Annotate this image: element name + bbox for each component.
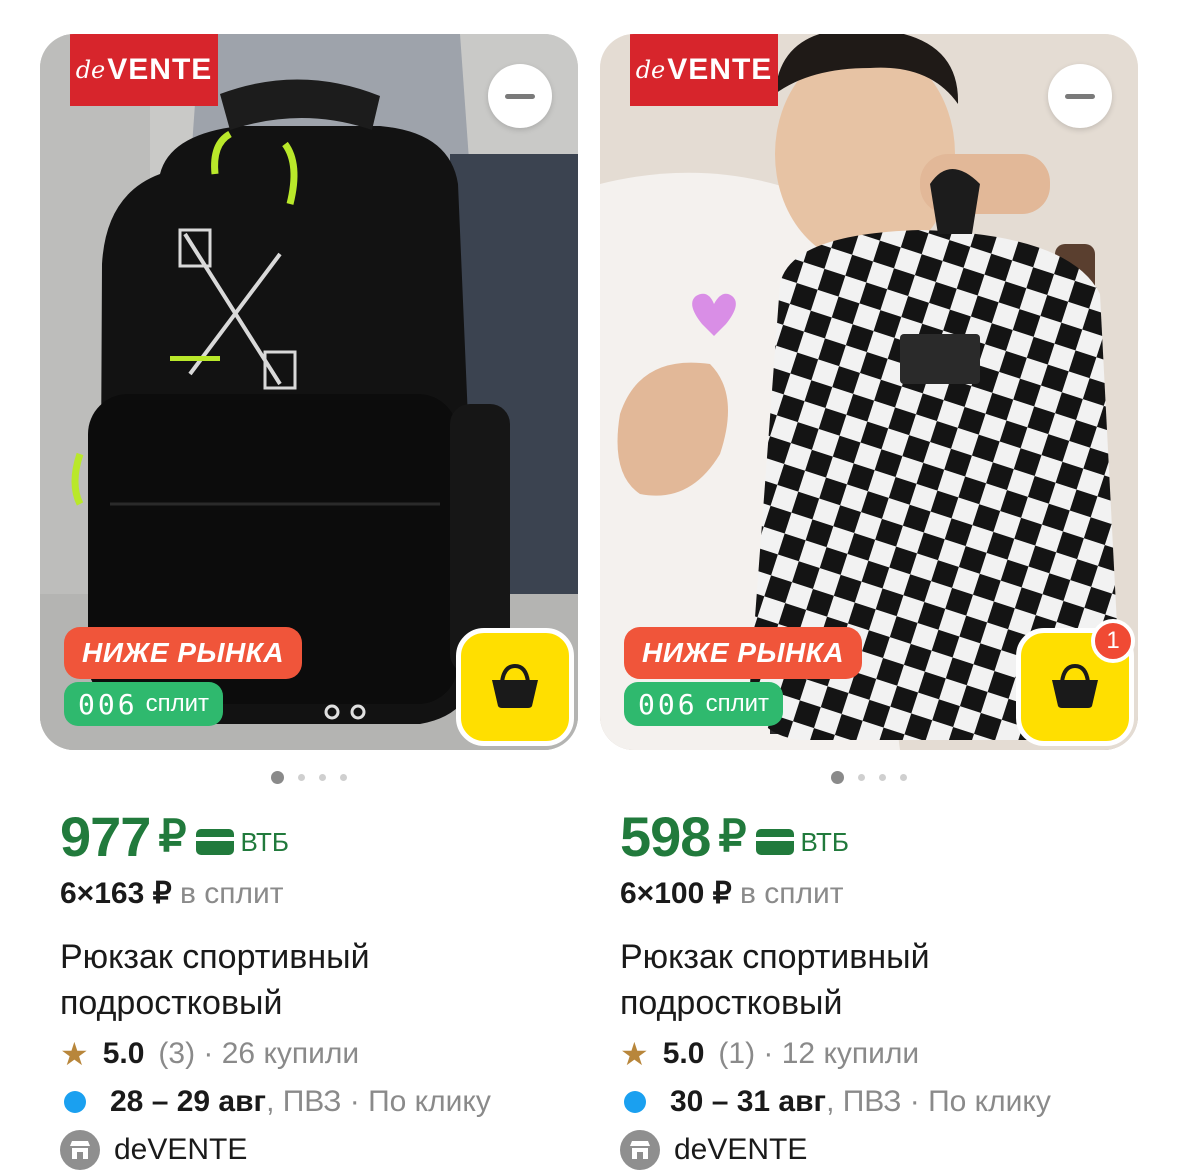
delivery-dates: 30 – 31 авг [670, 1085, 827, 1118]
split-badge-number: 006 [78, 687, 138, 721]
delivery-details: , ПВЗ · По клику [266, 1085, 491, 1118]
bank-name: ВТБ [800, 826, 849, 857]
price: 977 [60, 804, 151, 868]
price-line: 977 ₽ ВТБ [60, 804, 578, 868]
shop-name[interactable]: deVENTE [114, 1133, 247, 1167]
image-pagination[interactable] [40, 770, 578, 784]
currency: ₽ [718, 811, 747, 861]
pagination-dot[interactable] [831, 770, 844, 784]
product-info: 598 ₽ ВТБ 6×100 ₽ в сплит Рюкзак спортив… [600, 804, 1138, 1174]
product-image[interactable]: de VENTE НИЖЕ РЫНКА 006 сплит 1 [600, 34, 1138, 750]
brand-logo-prefix: de [75, 56, 106, 84]
delivery-line: 30 – 31 авг , ПВЗ · По клику [620, 1078, 1138, 1126]
price: 598 [620, 804, 711, 868]
split-amount: 6×163 ₽ [60, 877, 172, 910]
minus-icon [1065, 93, 1095, 99]
delivery-details: , ПВЗ · По клику [826, 1085, 1051, 1118]
split-badge-label: сплит [705, 690, 769, 717]
pagination-dot[interactable] [858, 773, 865, 781]
remove-from-list-button[interactable] [1048, 64, 1112, 128]
pagination-dot[interactable] [319, 773, 326, 781]
shop-icon [60, 1130, 100, 1170]
remove-from-list-button[interactable] [488, 64, 552, 128]
currency: ₽ [158, 811, 187, 861]
rating-value: 5.0 [102, 1037, 145, 1070]
brand-logo-name: VENTE [107, 53, 213, 86]
add-to-cart-button[interactable] [456, 628, 574, 746]
product-title[interactable]: Рюкзак спортивный подростковый [60, 934, 578, 1026]
product-title[interactable]: Рюкзак спортивный подростковый [620, 934, 1138, 1026]
rating-line: ★ 5.0 (1) · 12 купили [620, 1030, 1138, 1078]
shop-line[interactable]: deVENTE [620, 1126, 1138, 1174]
bank-name: ВТБ [240, 826, 289, 857]
product-image[interactable]: de VENTE НИЖЕ РЫНКА 006 сплит [40, 34, 578, 750]
pagination-dot[interactable] [879, 773, 886, 781]
review-count: (3) [158, 1037, 196, 1070]
review-count: (1) [718, 1037, 756, 1070]
rating-value: 5.0 [662, 1037, 705, 1070]
split-label: в сплит [740, 877, 844, 910]
purchase-count: · 26 купили [203, 1037, 360, 1070]
split-amount: 6×100 ₽ [620, 877, 732, 910]
brand-logo-name: VENTE [667, 53, 773, 86]
minus-icon [505, 93, 535, 99]
pagination-dot[interactable] [900, 773, 907, 781]
split-payment: 6×100 ₽ в сплит [620, 876, 1138, 914]
image-pagination[interactable] [600, 770, 1138, 784]
price-line: 598 ₽ ВТБ [620, 804, 1138, 868]
pagination-dot[interactable] [271, 770, 284, 784]
split-badge: 006 сплит [624, 682, 783, 726]
pagination-dot[interactable] [298, 773, 305, 781]
bank-card-icon [196, 829, 235, 855]
delivery-line: 28 – 29 авг , ПВЗ · По клику [60, 1078, 578, 1126]
delivery-dot-icon [624, 1091, 646, 1113]
add-to-cart-button[interactable]: 1 [1016, 619, 1135, 746]
brand-logo: de VENTE [630, 34, 778, 106]
brand-logo-prefix: de [635, 56, 666, 84]
split-payment: 6×163 ₽ в сплит [60, 876, 578, 914]
cart-count-badge: 1 [1091, 619, 1135, 663]
brand-logo: de VENTE [70, 34, 218, 106]
product-card[interactable]: de VENTE НИЖЕ РЫНКА 006 сплит 1 598 ₽ ВТ… [600, 34, 1138, 1174]
product-info: 977 ₽ ВТБ 6×163 ₽ в сплит Рюкзак спортив… [40, 804, 578, 1174]
split-badge-label: сплит [145, 690, 209, 717]
delivery-dot-icon [64, 1091, 86, 1113]
shop-icon [620, 1130, 660, 1170]
below-market-badge: НИЖЕ РЫНКА [64, 627, 303, 679]
rating-line: ★ 5.0 (3) · 26 купили [60, 1030, 578, 1078]
split-badge: 006 сплит [64, 682, 223, 726]
basket-icon [1052, 664, 1098, 708]
product-card[interactable]: de VENTE НИЖЕ РЫНКА 006 сплит 977 ₽ ВТБ … [40, 34, 578, 1174]
bank-card-icon [756, 829, 795, 855]
star-icon: ★ [620, 1036, 649, 1072]
pagination-dot[interactable] [340, 773, 347, 781]
purchase-count: · 12 купили [763, 1037, 920, 1070]
star-icon: ★ [60, 1036, 89, 1072]
delivery-dates: 28 – 29 авг [110, 1085, 267, 1118]
split-label: в сплит [180, 877, 284, 910]
shop-line[interactable]: deVENTE [60, 1126, 578, 1174]
below-market-badge: НИЖЕ РЫНКА [624, 627, 863, 679]
split-badge-number: 006 [638, 687, 698, 721]
basket-icon [492, 664, 538, 708]
shop-name[interactable]: deVENTE [674, 1133, 807, 1167]
